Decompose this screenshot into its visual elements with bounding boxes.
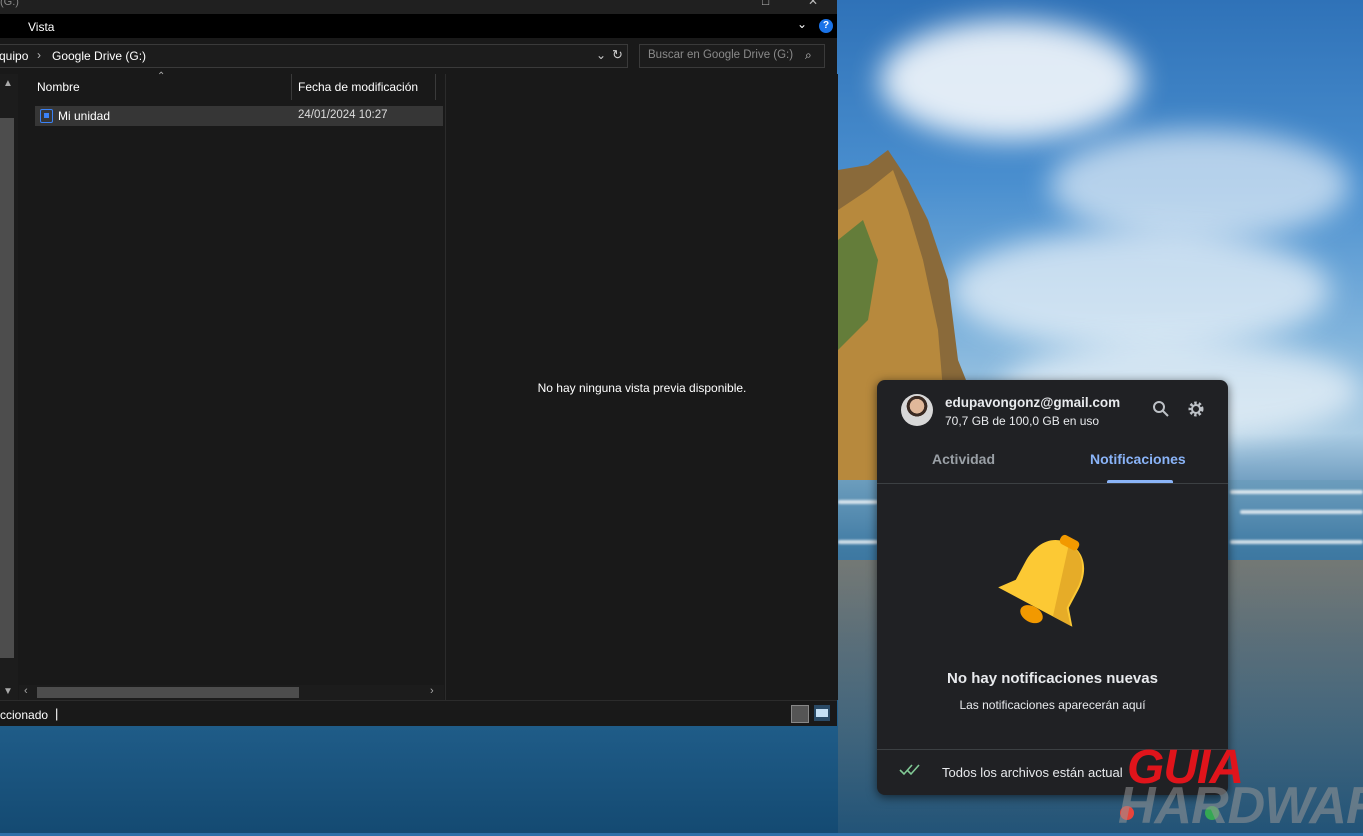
watermark-logo: HARDWARE bbox=[1118, 777, 1363, 835]
preview-pane: No hay ninguna vista previa disponible. bbox=[445, 74, 838, 700]
tab-actividad[interactable]: Actividad bbox=[932, 451, 995, 467]
status-text: ccionado bbox=[0, 708, 49, 722]
address-bar[interactable]: quipo › Google Drive (G:) ⌄ ↻ bbox=[0, 44, 628, 68]
scroll-left-icon[interactable]: ‹ bbox=[24, 685, 28, 697]
file-name: Mi unidad bbox=[58, 109, 111, 123]
drive-folder-icon bbox=[40, 109, 53, 123]
account-email: edupavongonz@gmail.com bbox=[945, 395, 1121, 410]
navigation-pane-scrollbar[interactable]: ▲ ▼ bbox=[0, 74, 18, 700]
tab-vista[interactable]: Vista bbox=[28, 20, 54, 34]
window-title: (G:) bbox=[0, 0, 19, 8]
scroll-thumb[interactable] bbox=[0, 118, 14, 658]
ribbon: Vista ⌄ ? bbox=[0, 14, 837, 38]
avatar[interactable] bbox=[901, 394, 933, 426]
status-separator: | bbox=[55, 706, 59, 721]
scroll-up-icon[interactable]: ▲ bbox=[3, 78, 13, 89]
sort-ascending-icon: ⌃ bbox=[157, 71, 166, 82]
google-drive-panel: edupavongonz@gmail.com 70,7 GB de 100,0 … bbox=[877, 380, 1228, 795]
tab-notificaciones[interactable]: Notificaciones bbox=[1090, 451, 1186, 467]
gear-icon[interactable] bbox=[1187, 400, 1205, 418]
bell-icon bbox=[998, 534, 1085, 627]
storage-quota: 70,7 GB de 100,0 GB en uso bbox=[945, 414, 1100, 428]
column-divider[interactable] bbox=[435, 74, 436, 100]
details-view-icon[interactable] bbox=[791, 705, 809, 723]
scroll-thumb[interactable] bbox=[37, 687, 299, 698]
chevron-down-icon[interactable]: ⌄ bbox=[797, 17, 807, 31]
title-bar: (G:) □ ✕ bbox=[0, 0, 837, 14]
file-explorer-window: (G:) □ ✕ Vista ⌄ ? quipo › Google Drive … bbox=[0, 0, 838, 726]
search-input[interactable]: Buscar en Google Drive (G:) ⌕ bbox=[639, 44, 825, 68]
maximize-icon[interactable]: □ bbox=[762, 0, 769, 8]
large-icons-view-icon[interactable] bbox=[814, 705, 830, 721]
search-icon[interactable] bbox=[1152, 400, 1170, 418]
breadcrumb-segment[interactable]: quipo bbox=[0, 49, 28, 63]
scroll-right-icon[interactable]: › bbox=[430, 685, 434, 697]
chevron-down-icon[interactable]: ⌄ bbox=[596, 48, 606, 62]
column-header-date[interactable]: Fecha de modificación bbox=[298, 80, 418, 106]
file-modified: 24/01/2024 10:27 bbox=[298, 109, 388, 121]
search-icon[interactable]: ⌕ bbox=[805, 48, 812, 63]
status-bar: ccionado | bbox=[0, 700, 837, 726]
chevron-right-icon[interactable]: › bbox=[37, 48, 41, 62]
sync-status: Todos los archivos están actual bbox=[942, 765, 1123, 780]
close-icon[interactable]: ✕ bbox=[808, 0, 818, 8]
horizontal-scrollbar[interactable]: ‹ › bbox=[19, 685, 444, 700]
preview-message: No hay ninguna vista previa disponible. bbox=[537, 381, 747, 395]
empty-state-subtitle: Las notificaciones aparecerán aquí bbox=[959, 698, 1146, 712]
table-row[interactable]: Mi unidad 24/01/2024 10:27 bbox=[35, 106, 443, 126]
refresh-icon[interactable]: ↻ bbox=[612, 47, 623, 63]
scroll-down-icon[interactable]: ▼ bbox=[3, 686, 13, 697]
double-check-icon bbox=[899, 764, 920, 776]
column-header-name[interactable]: Nombre bbox=[37, 80, 80, 106]
file-list: ⌃ Nombre Fecha de modificación Mi unidad… bbox=[19, 71, 444, 700]
empty-state-title: No hay notificaciones nuevas bbox=[947, 670, 1158, 687]
help-icon[interactable]: ? bbox=[819, 19, 833, 33]
address-row: quipo › Google Drive (G:) ⌄ ↻ Buscar en … bbox=[0, 38, 837, 74]
search-placeholder: Buscar en Google Drive (G:) bbox=[648, 49, 794, 61]
column-divider[interactable] bbox=[291, 74, 292, 100]
breadcrumb-segment[interactable]: Google Drive (G:) bbox=[52, 49, 146, 63]
divider bbox=[877, 483, 1228, 484]
